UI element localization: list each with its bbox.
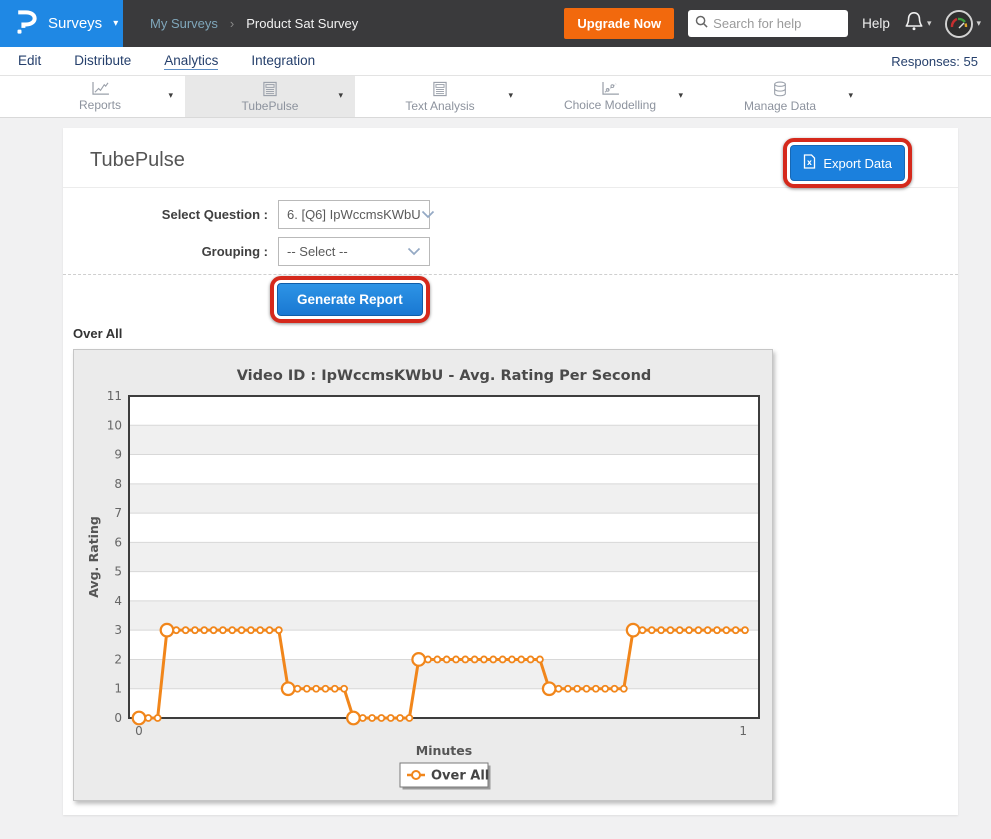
svg-text:8: 8 — [114, 477, 122, 491]
top-navbar: Surveys ▾ My Surveys › Product Sat Surve… — [0, 0, 991, 47]
svg-text:4: 4 — [114, 594, 122, 608]
svg-text:2: 2 — [114, 652, 122, 666]
tab-analytics[interactable]: Analytics — [164, 53, 218, 70]
export-data-button[interactable]: x Export Data — [790, 145, 905, 181]
svg-text:11: 11 — [107, 389, 122, 403]
toolbar-tab-choice-modelling[interactable]: Choice Modelling ▾ — [525, 76, 695, 117]
search-icon — [695, 15, 708, 33]
toolbar-tab-label: Manage Data — [744, 99, 816, 113]
svg-text:0: 0 — [114, 711, 122, 725]
tubepulse-panel: TubePulse x Export Data Select Question … — [63, 128, 958, 815]
line-chart-icon — [91, 81, 110, 96]
responses-count: Responses: 55 — [891, 54, 978, 69]
questionpro-logo — [13, 6, 39, 41]
breadcrumb-current-survey: Product Sat Survey — [246, 16, 358, 31]
bell-icon — [904, 10, 924, 37]
breadcrumb-my-surveys[interactable]: My Surveys — [150, 16, 218, 31]
grouping-select[interactable]: -- Select -- — [278, 237, 430, 266]
breadcrumb-separator-icon: › — [230, 16, 234, 31]
toolbar-tab-label: TubePulse — [242, 99, 299, 113]
toolbar-tab-tubepulse[interactable]: TubePulse ▾ — [185, 76, 355, 117]
svg-text:Minutes: Minutes — [416, 743, 472, 758]
svg-text:x: x — [807, 158, 812, 167]
tab-integration[interactable]: Integration — [251, 53, 315, 69]
svg-text:7: 7 — [114, 506, 122, 520]
svg-text:Avg. Rating: Avg. Rating — [86, 516, 101, 598]
chevron-down-icon: ▾ — [927, 18, 932, 29]
survey-subnav: Edit Distribute Analytics Integration Re… — [0, 47, 991, 76]
question-select-value: 6. [Q6] IpWccmsKWbU — [287, 207, 421, 222]
svg-text:0: 0 — [135, 724, 143, 738]
product-name: Surveys — [48, 15, 102, 32]
report-doc-icon — [262, 81, 278, 97]
help-search[interactable] — [688, 10, 848, 37]
toolbar-tab-label: Text Analysis — [405, 99, 474, 113]
svg-text:1: 1 — [739, 724, 747, 738]
generate-report-button[interactable]: Generate Report — [277, 283, 423, 316]
analytics-toolbar: Reports ▾ TubePulse ▾ Text Analysis ▾ Ch… — [0, 76, 991, 118]
toolbar-tab-reports[interactable]: Reports ▾ — [15, 76, 185, 117]
scatter-chart-icon — [601, 81, 620, 96]
svg-text:Over All: Over All — [431, 769, 489, 784]
search-input[interactable] — [713, 16, 837, 31]
chevron-down-icon[interactable]: ▾ — [848, 90, 853, 101]
avatar — [945, 10, 973, 38]
tubepulse-chart: Video ID : IpWccmsKWbU - Avg. Rating Per… — [74, 350, 772, 800]
chevron-down-icon[interactable]: ▾ — [168, 90, 173, 101]
chart-panel: Video ID : IpWccmsKWbU - Avg. Rating Per… — [73, 349, 773, 801]
chevron-down-icon[interactable]: ▾ — [508, 90, 513, 101]
svg-text:10: 10 — [107, 418, 122, 432]
report-doc-icon — [432, 81, 448, 97]
product-switcher[interactable]: Surveys ▾ — [0, 0, 123, 47]
excel-file-icon: x — [803, 154, 816, 172]
chevron-down-icon[interactable]: ▾ — [678, 90, 683, 101]
generate-annotation-highlight: Generate Report — [270, 276, 430, 323]
toolbar-tab-text-analysis[interactable]: Text Analysis ▾ — [355, 76, 525, 117]
question-select[interactable]: 6. [Q6] IpWccmsKWbU — [278, 200, 430, 229]
grouping-select-value: -- Select -- — [287, 244, 407, 259]
dashed-divider — [63, 274, 958, 275]
overall-section-label: Over All — [73, 326, 958, 341]
toolbar-tab-label: Choice Modelling — [564, 98, 656, 112]
chevron-down-icon — [421, 207, 435, 222]
tab-distribute[interactable]: Distribute — [74, 53, 131, 69]
export-data-label: Export Data — [823, 156, 892, 171]
chevron-down-icon[interactable]: ▾ — [338, 90, 343, 101]
chevron-down-icon: ▾ — [976, 18, 981, 29]
notifications-menu[interactable]: ▾ — [904, 10, 932, 37]
database-icon — [772, 81, 788, 97]
toolbar-tab-manage-data[interactable]: Manage Data ▾ — [695, 76, 865, 117]
svg-text:3: 3 — [114, 623, 122, 637]
select-question-label: Select Question : — [63, 207, 268, 222]
svg-text:1: 1 — [114, 682, 122, 696]
report-options-form: Select Question : 6. [Q6] IpWccmsKWbU Gr… — [63, 200, 958, 266]
upgrade-now-button[interactable]: Upgrade Now — [564, 8, 674, 39]
chevron-down-icon — [407, 244, 421, 259]
grouping-label: Grouping : — [63, 244, 268, 259]
svg-text:6: 6 — [114, 535, 122, 549]
tab-edit[interactable]: Edit — [18, 53, 41, 69]
toolbar-tab-label: Reports — [79, 98, 121, 112]
svg-text:5: 5 — [114, 565, 122, 579]
svg-text:9: 9 — [114, 448, 122, 462]
page-title: TubePulse — [90, 149, 185, 171]
chevron-down-icon: ▾ — [113, 18, 118, 29]
breadcrumb: My Surveys › Product Sat Survey — [150, 16, 358, 31]
export-annotation-highlight: x Export Data — [783, 138, 912, 188]
help-link[interactable]: Help — [862, 16, 890, 31]
account-menu[interactable]: ▾ — [945, 10, 981, 38]
svg-text:Video ID : IpWccmsKWbU - Avg.: Video ID : IpWccmsKWbU - Avg. Rating Per… — [237, 368, 652, 384]
